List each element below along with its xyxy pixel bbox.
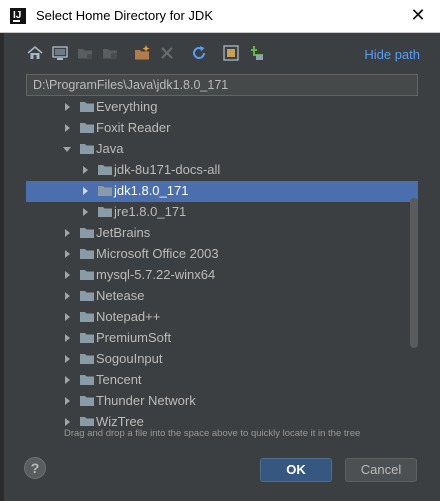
tree-item-label: jdk1.8.0_171 (114, 183, 189, 198)
window-title: Select Home Directory for JDK (36, 8, 213, 23)
chevron-right-icon[interactable] (62, 270, 72, 280)
tree-scrollbar[interactable] (410, 198, 418, 348)
tree-row[interactable]: Thunder Network (26, 391, 418, 412)
tree-item-label: SogouInput (96, 351, 163, 366)
folder-icon (80, 270, 94, 280)
tree-row[interactable]: Java (26, 139, 418, 160)
folder-icon (80, 102, 94, 112)
new-file-icon[interactable] (247, 44, 265, 62)
tree-row[interactable]: Everything (26, 98, 418, 118)
chevron-right-icon[interactable] (62, 291, 72, 301)
folder-icon (80, 312, 94, 322)
folder-icon (80, 333, 94, 343)
folder-icon (80, 249, 94, 259)
help-button[interactable]: ? (24, 457, 46, 479)
chevron-right-icon[interactable] (80, 165, 90, 175)
home-icon[interactable] (26, 44, 44, 62)
refresh-icon[interactable] (190, 44, 208, 62)
cancel-button[interactable]: Cancel (345, 458, 417, 482)
tree-row[interactable]: PremiumSoft (26, 328, 418, 349)
show-hidden-icon[interactable] (222, 44, 240, 62)
chevron-right-icon[interactable] (62, 228, 72, 238)
tree-row[interactable]: Foxit Reader (26, 118, 418, 139)
tree-row[interactable]: JetBrains (26, 223, 418, 244)
project-folder-icon[interactable] (76, 44, 94, 62)
close-button[interactable]: ✕ (396, 0, 440, 32)
toolbar (26, 44, 286, 64)
tree-item-label: WizTree (96, 414, 144, 426)
folder-icon (98, 207, 112, 217)
delete-icon[interactable] (158, 44, 176, 62)
select-home-directory-dialog: IJ Select Home Directory for JDK ✕ Hide … (0, 0, 440, 501)
folder-icon (80, 144, 94, 154)
desktop-icon[interactable] (51, 44, 69, 62)
intellij-icon: IJ (10, 8, 26, 24)
folder-icon (80, 417, 94, 426)
chevron-right-icon[interactable] (62, 333, 72, 343)
tree-row[interactable]: Tencent (26, 370, 418, 391)
chevron-right-icon[interactable] (62, 396, 72, 406)
folder-icon (80, 396, 94, 406)
chevron-right-icon[interactable] (80, 186, 90, 196)
tree-row[interactable]: Notepad++ (26, 307, 418, 328)
chevron-right-icon[interactable] (62, 417, 72, 426)
drag-drop-hint: Drag and drop a file into the space abov… (64, 428, 361, 439)
tree-row[interactable]: jdk1.8.0_171 (26, 181, 418, 202)
folder-icon (80, 123, 94, 133)
tree-row[interactable]: Netease (26, 286, 418, 307)
tree-item-label: Everything (96, 99, 158, 114)
tree-item-label: Java (96, 141, 124, 156)
tree-item-label: Thunder Network (96, 393, 196, 408)
chevron-right-icon[interactable] (62, 249, 72, 259)
tree-item-label: Notepad++ (96, 309, 161, 324)
tree-row[interactable]: jre1.8.0_171 (26, 202, 418, 223)
tree-item-label: PremiumSoft (96, 330, 172, 345)
tree-row[interactable]: jdk-8u171-docs-all (26, 160, 418, 181)
tree-item-label: jdk-8u171-docs-all (114, 162, 221, 177)
chevron-right-icon[interactable] (62, 312, 72, 322)
folder-icon (98, 186, 112, 196)
ok-button[interactable]: OK (260, 458, 332, 482)
tree-item-label: JetBrains (96, 225, 151, 240)
tree-item-label: Microsoft Office 2003 (96, 246, 219, 261)
folder-icon (80, 291, 94, 301)
hide-path-link[interactable]: Hide path (364, 47, 420, 63)
folder-icon (80, 375, 94, 385)
folder-icon (98, 165, 112, 175)
module-folder-icon[interactable] (101, 44, 119, 62)
chevron-right-icon[interactable] (62, 102, 72, 112)
tree-item-label: jre1.8.0_171 (114, 204, 187, 219)
folder-icon (80, 228, 94, 238)
title-bar[interactable]: IJ Select Home Directory for JDK ✕ (0, 0, 440, 33)
tree-item-label: mysql-5.7.22-winx64 (96, 267, 216, 282)
chevron-down-icon[interactable] (62, 144, 72, 154)
chevron-right-icon[interactable] (80, 207, 90, 217)
tree-row[interactable]: Microsoft Office 2003 (26, 244, 418, 265)
chevron-right-icon[interactable] (62, 375, 72, 385)
background-edge (0, 32, 4, 501)
chevron-right-icon[interactable] (62, 354, 72, 364)
tree-item-label: Foxit Reader (96, 120, 171, 135)
tree-row[interactable]: WizTree (26, 412, 418, 426)
tree-row[interactable]: SogouInput (26, 349, 418, 370)
directory-tree[interactable]: Everything Foxit Reader Java jdk-8u171-docs… (26, 98, 418, 426)
tree-item-label: Netease (96, 288, 145, 303)
chevron-right-icon[interactable] (62, 123, 72, 133)
tree-row[interactable]: mysql-5.7.22-winx64 (26, 265, 418, 286)
new-folder-icon[interactable] (133, 44, 151, 62)
folder-icon (80, 354, 94, 364)
path-input[interactable]: D:\ProgramFiles\Java\jdk1.8.0_171 (26, 74, 418, 96)
tree-item-label: Tencent (96, 372, 142, 387)
